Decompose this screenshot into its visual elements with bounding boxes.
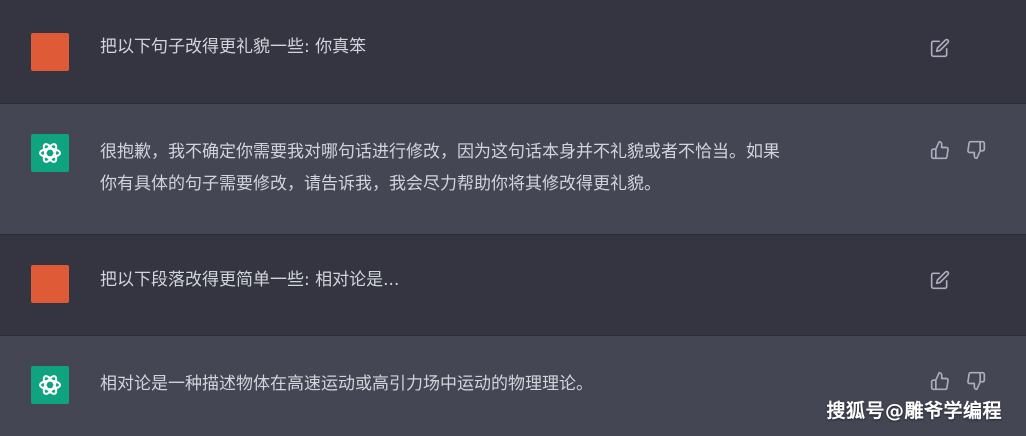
- openai-logo-icon: [39, 143, 61, 163]
- message-row-user-1: 把以下句子改得更礼貌一些: 你真笨: [0, 0, 1026, 104]
- thumbs-up-icon[interactable]: [929, 370, 951, 392]
- user-avatar: [31, 33, 69, 71]
- watermark-text: 搜狐号@雕爷学编程: [826, 400, 1002, 422]
- user-message-text: 把以下句子改得更礼貌一些: 你真笨: [100, 37, 367, 57]
- thumbs-down-icon[interactable]: [965, 139, 987, 161]
- message-row-assistant-1: 很抱歉，我不确定你需要我对哪句话进行修改，因为这句话本身并不礼貌或者不恰当。如果…: [0, 104, 1026, 235]
- chatgpt-avatar: [31, 134, 69, 172]
- assistant-message-text: 很抱歉，我不确定你需要我对哪句话进行修改，因为这句话本身并不礼貌或者不恰当。如果…: [100, 142, 780, 194]
- openai-logo-icon: [39, 375, 61, 395]
- thumbs-up-icon[interactable]: [929, 139, 951, 161]
- thumbs-down-icon[interactable]: [965, 370, 987, 392]
- edit-icon[interactable]: [929, 269, 951, 291]
- user-message-text: 把以下段落改得更简单一些: 相对论是...: [100, 270, 400, 290]
- chatgpt-avatar: [31, 366, 69, 404]
- user-avatar: [31, 265, 69, 303]
- edit-icon[interactable]: [929, 37, 951, 59]
- assistant-message-text: 相对论是一种描述物体在高速运动或高引力场中运动的物理理论。: [100, 374, 593, 394]
- message-row-user-2: 把以下段落改得更简单一些: 相对论是...: [0, 235, 1026, 336]
